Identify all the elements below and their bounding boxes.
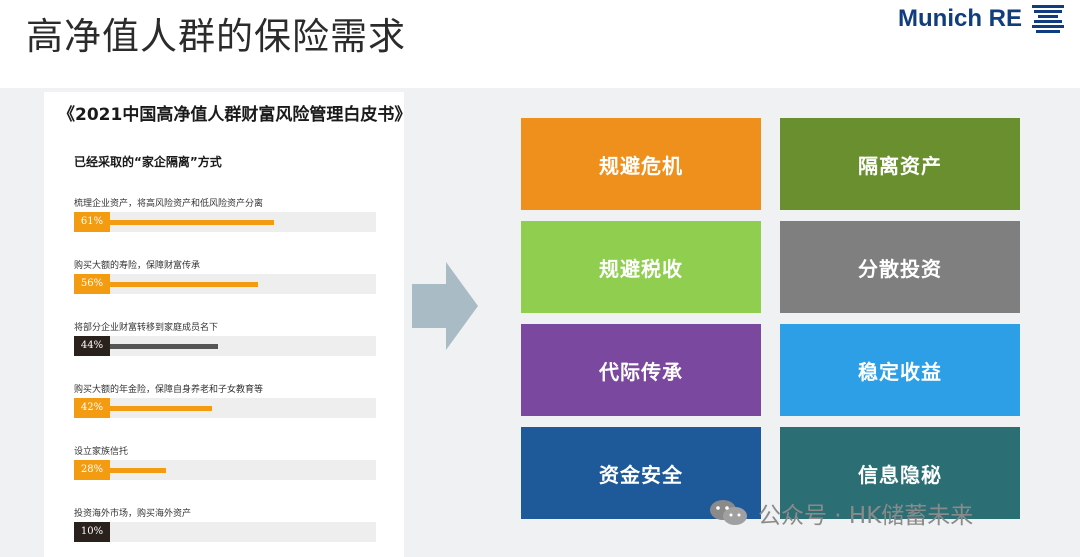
progress-track: 28% (74, 460, 376, 480)
survey-item-label: 购买大额的年金险，保障自身养老和子女教育等 (74, 385, 264, 395)
need-tile: 隔离资产 (780, 118, 1020, 210)
percent-badge: 61% (74, 212, 110, 232)
percent-badge: 44% (74, 336, 110, 356)
need-tile: 分散投资 (780, 221, 1020, 313)
need-tile-label: 信息隐秘 (858, 462, 942, 487)
munich-re-emblem-icon (1032, 5, 1064, 33)
need-tile-label: 稳定收益 (858, 359, 942, 384)
survey-item-label: 设立家族信托 (74, 447, 129, 457)
wechat-icon (710, 500, 747, 525)
survey-item-label: 投资海外市场，购买海外资产 (74, 509, 192, 519)
percent-badge: 10% (74, 522, 110, 542)
percent-badge: 56% (74, 274, 110, 294)
progress-track: 10% (74, 522, 376, 542)
need-tile: 稳定收益 (780, 324, 1020, 416)
right-arrow-icon (412, 262, 478, 350)
percent-badge: 28% (74, 460, 110, 480)
watermark-text: 公众号 · HK储蓄未来 (758, 503, 974, 529)
need-tile-label: 代际传承 (599, 359, 683, 384)
progress-track: 56% (74, 274, 376, 294)
brand-name: Munich RE (898, 5, 1022, 32)
need-tile-label: 规避税收 (599, 256, 683, 281)
progress-track: 61% (74, 212, 376, 232)
progress-track: 42% (74, 398, 376, 418)
watermark: 公众号 · HK储蓄未来 (708, 496, 973, 530)
percent-badge: 42% (74, 398, 110, 418)
report-subtitle: 已经采取的“家企隔离”方式 (74, 155, 222, 169)
survey-item-label: 将部分企业财富转移到家庭成员名下 (74, 323, 219, 333)
report-panel: 《2021中国高净值人群财富风险管理白皮书》 已经采取的“家企隔离”方式 梳理企… (44, 92, 411, 557)
munich-re-logo: Munich RE (898, 4, 1066, 34)
survey-item-label: 购买大额的寿险，保障财富传承 (74, 261, 201, 271)
report-title: 《2021中国高净值人群财富风险管理白皮书》 (58, 105, 412, 125)
slide-title: 高净值人群的保险需求 (26, 15, 406, 58)
need-tile-label: 隔离资产 (858, 153, 942, 178)
need-tile: 代际传承 (521, 324, 761, 416)
survey-item-label: 梳理企业资产，将高风险资产和低风险资产分离 (74, 199, 264, 209)
progress-track: 44% (74, 336, 376, 356)
need-tile-label: 资金安全 (599, 462, 683, 487)
need-tile: 规避危机 (521, 118, 761, 210)
need-tile-label: 分散投资 (858, 256, 942, 281)
need-tile: 规避税收 (521, 221, 761, 313)
need-tile-label: 规避危机 (599, 153, 683, 178)
